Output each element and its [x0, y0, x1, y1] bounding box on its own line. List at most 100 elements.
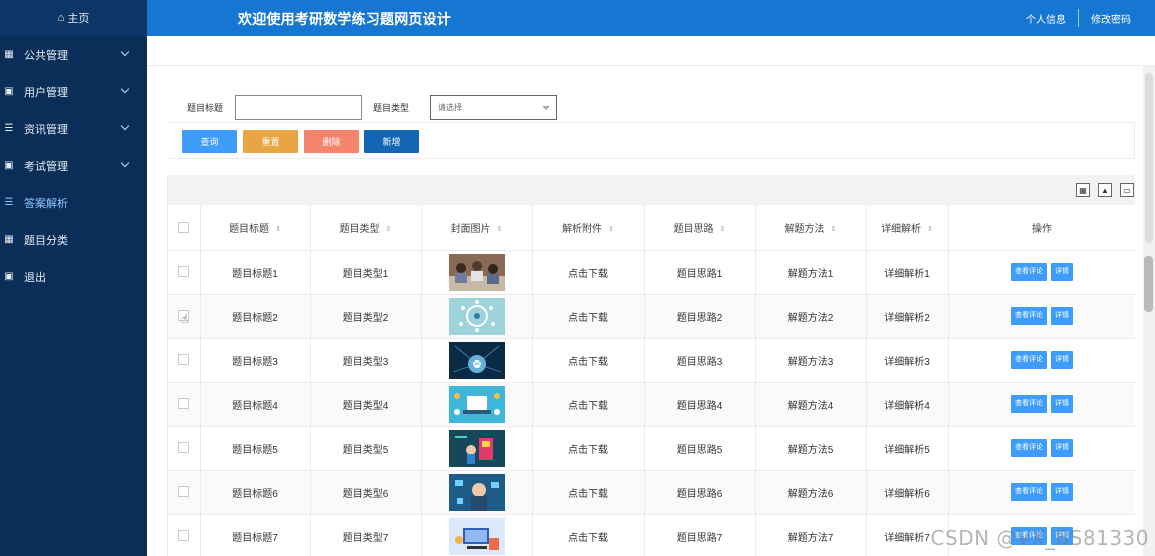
download-link[interactable]: 点击下载: [568, 357, 608, 368]
scrollbar-thumb[interactable]: [1144, 256, 1153, 312]
download-link[interactable]: 点击下载: [568, 269, 608, 280]
row-checkbox[interactable]: [178, 354, 190, 366]
cover-image: [448, 297, 505, 335]
chevron-down-icon[interactable]: [120, 158, 130, 168]
column-header[interactable]: 题目类型 ⇕: [310, 205, 422, 251]
chevron-down-icon[interactable]: [120, 121, 130, 131]
download-link[interactable]: 点击下载: [568, 533, 608, 544]
sidebar-item-4[interactable]: ☰ 答案解析: [0, 184, 147, 221]
sort-icon[interactable]: ⇕: [608, 225, 614, 233]
row-select-cell: [168, 514, 201, 556]
view-comments-button[interactable]: 查看评论: [1011, 439, 1047, 457]
chevron-down-icon[interactable]: [120, 47, 130, 57]
sidebar-item-label: 公共管理: [24, 49, 68, 62]
view-comments-button[interactable]: 查看评论: [1011, 263, 1047, 281]
attachment-cell: 点击下载: [532, 382, 645, 427]
table-cell: 题目类型3: [310, 338, 422, 383]
cell-idea: 题目思路2: [676, 312, 723, 324]
cover-cell: [421, 382, 533, 427]
column-header[interactable]: 解析附件 ⇕: [532, 205, 645, 251]
cell-idea: 题目思路5: [676, 444, 723, 456]
list-icon: ☰: [4, 123, 14, 134]
grid-icon: ▦: [4, 49, 14, 60]
title-search-input[interactable]: [235, 94, 363, 120]
download-link[interactable]: 点击下载: [568, 401, 608, 412]
row-checkbox[interactable]: [178, 530, 190, 542]
add-button[interactable]: 新增: [364, 130, 419, 153]
attachment-cell: 点击下载: [532, 470, 645, 515]
detail-button[interactable]: 详情: [1051, 351, 1073, 369]
cell-title: 题目标题6: [232, 488, 278, 500]
sort-icon[interactable]: ⇕: [275, 225, 281, 233]
column-header[interactable]: 详细解析 ⇕: [866, 205, 949, 251]
sidebar-item-0[interactable]: ▦ 公共管理: [0, 36, 147, 73]
download-link[interactable]: 点击下载: [568, 445, 608, 456]
sort-icon[interactable]: ⇕: [720, 225, 726, 233]
reset-button[interactable]: 重置: [243, 130, 298, 153]
view-comments-button[interactable]: 查看评论: [1011, 483, 1047, 501]
title-search-label: 题目标题: [187, 102, 224, 113]
view-comments-button[interactable]: 查看评论: [1011, 351, 1047, 369]
sidebar-home[interactable]: ⌂ 主页: [0, 0, 147, 36]
sidebar-item-5[interactable]: ▦ 题目分类: [0, 221, 147, 258]
watermark: CSDN @VX_BS81330: [930, 526, 1149, 550]
export-icon[interactable]: ▲: [1098, 183, 1112, 197]
sidebar-item-2[interactable]: ☰ 资讯管理: [0, 110, 147, 147]
print-icon[interactable]: ▭: [1120, 183, 1134, 197]
sort-icon[interactable]: ⇕: [927, 225, 933, 233]
column-header-label: 题目类型: [339, 223, 380, 235]
sort-icon[interactable]: ⇕: [497, 225, 503, 233]
table-cell: 详细解析5: [866, 426, 949, 471]
query-button[interactable]: 查询: [182, 130, 237, 153]
row-checkbox[interactable]: [178, 398, 190, 410]
type-select[interactable]: 请选择: [430, 94, 558, 120]
row-select-cell: [168, 250, 201, 295]
cell-title: 题目标题5: [232, 444, 278, 456]
sidebar-item-1[interactable]: ▣ 用户管理: [0, 73, 147, 110]
cover-cell: [421, 470, 533, 515]
sidebar-item-3[interactable]: ▣ 考试管理: [0, 147, 147, 184]
column-header[interactable]: 封面图片 ⇕: [421, 205, 533, 251]
detail-button[interactable]: 详情: [1051, 307, 1073, 325]
table-cell: 题目类型2: [310, 294, 422, 339]
column-header[interactable]: 解题方法 ⇕: [755, 205, 867, 251]
cell-method: 解题方法2: [787, 312, 834, 324]
cell-type: 题目类型1: [342, 268, 389, 280]
table-cell: 详细解析4: [866, 382, 949, 427]
column-header[interactable]: 题目标题 ⇕: [200, 205, 311, 251]
cell-title: 题目标题4: [232, 400, 278, 412]
cell-title: 题目标题7: [232, 532, 278, 544]
row-select-cell: [168, 470, 201, 515]
sort-icon[interactable]: ⇕: [831, 225, 837, 233]
sort-icon[interactable]: ⇕: [386, 225, 392, 233]
view-comments-button[interactable]: 查看评论: [1011, 395, 1047, 413]
table-cell: 题目类型1: [310, 250, 422, 295]
detail-button[interactable]: 详情: [1051, 439, 1073, 457]
row-select-cell: [168, 382, 201, 427]
cell-detail: 详细解析2: [884, 312, 930, 324]
detail-button[interactable]: 详情: [1051, 263, 1073, 281]
column-header-label: 解析附件: [562, 223, 603, 235]
row-checkbox[interactable]: [178, 266, 190, 278]
chevron-down-icon[interactable]: [120, 84, 130, 94]
row-checkbox[interactable]: [178, 442, 190, 454]
chevron-down-icon: [542, 105, 551, 110]
columns-icon[interactable]: ▦: [1076, 183, 1090, 197]
vertical-scrollbar[interactable]: [1143, 65, 1155, 556]
change-password-link[interactable]: 修改密码: [1079, 11, 1143, 26]
download-link[interactable]: 点击下载: [568, 489, 608, 500]
attachment-cell: 点击下载: [532, 294, 645, 339]
select-all-checkbox[interactable]: [178, 221, 190, 233]
detail-button[interactable]: 详情: [1051, 483, 1073, 501]
page-title: 欢迎使用考研数学练习题网页设计: [238, 11, 451, 27]
sidebar-item-label: 退出: [24, 271, 46, 284]
view-comments-button[interactable]: 查看评论: [1011, 307, 1047, 325]
table-cell: 详细解析1: [866, 250, 949, 295]
detail-button[interactable]: 详情: [1051, 395, 1073, 413]
profile-link[interactable]: 个人信息: [1014, 11, 1078, 26]
row-checkbox[interactable]: [178, 486, 190, 498]
column-header[interactable]: 题目思路 ⇕: [644, 205, 756, 251]
delete-button[interactable]: 删除: [304, 130, 359, 153]
sidebar-item-6[interactable]: ▣ 退出: [0, 258, 147, 295]
download-link[interactable]: 点击下载: [568, 313, 608, 324]
